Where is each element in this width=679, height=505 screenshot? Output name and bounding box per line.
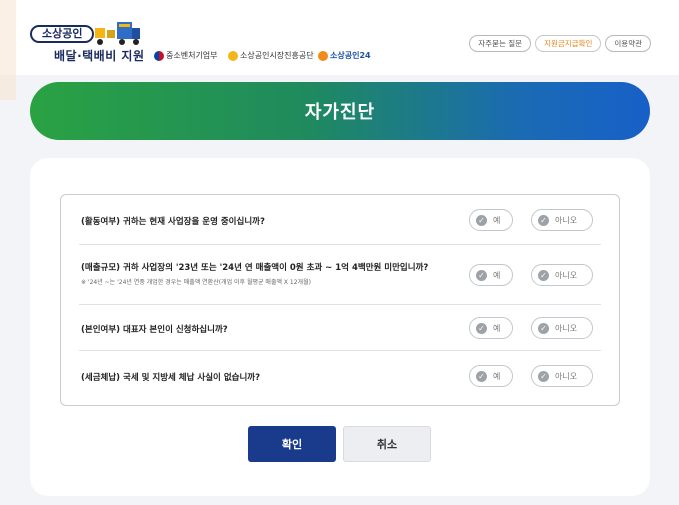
check-circle-icon: ✓	[538, 269, 549, 281]
nav-faq[interactable]: 자주묻는 질문	[469, 35, 532, 52]
check-circle-icon: ✓	[476, 370, 487, 382]
question-text: (매출규모) 귀하 사업장의 '23년 또는 '24년 연 매출액이 0원 초과…	[81, 263, 429, 273]
answer-yes-button[interactable]: ✓ 예	[469, 365, 513, 387]
answer-no-button[interactable]: ✓ 아니오	[531, 365, 593, 387]
answer-no-button[interactable]: ✓ 아니오	[531, 317, 593, 339]
answer-no-button[interactable]: ✓ 아니오	[531, 209, 593, 231]
question-row-revenue: (매출규모) 귀하 사업장의 '23년 또는 '24년 연 매출액이 0원 초과…	[79, 245, 601, 305]
logo-title[interactable]: 배달·택배비 지원	[54, 47, 145, 64]
check-circle-icon: ✓	[476, 322, 487, 334]
self-diagnosis-card: (활동여부) 귀하는 현재 사업장을 운영 중이십니까? ✓ 예 ✓ 아니오 (매출…	[30, 158, 650, 496]
confirm-button[interactable]: 확인	[248, 426, 336, 462]
check-circle-icon: ✓	[538, 214, 549, 226]
org-sbiz24: 소상공인24	[318, 50, 371, 61]
question-list: (활동여부) 귀하는 현재 사업장을 운영 중이십니까? ✓ 예 ✓ 아니오 (매출…	[60, 194, 620, 406]
answer-yes-button[interactable]: ✓ 예	[469, 209, 513, 231]
sbiz24-logo-icon	[318, 50, 328, 61]
question-row-activity: (활동여부) 귀하는 현재 사업장을 운영 중이십니까? ✓ 예 ✓ 아니오	[79, 195, 601, 245]
question-text: (본인여부) 대표자 본인이 신청하십니까?	[81, 325, 228, 335]
answer-no-button[interactable]: ✓ 아니오	[531, 264, 593, 286]
top-nav: 자주묻는 질문 지원금지급확인 이용약관	[469, 35, 651, 52]
check-circle-icon: ✓	[476, 214, 487, 226]
nav-terms[interactable]: 이용약관	[605, 35, 651, 52]
check-circle-icon: ✓	[476, 269, 487, 281]
check-circle-icon: ✓	[538, 370, 549, 382]
semas-logo-icon	[228, 50, 238, 61]
org-mss: 중소벤처기업부	[154, 50, 218, 61]
page-title: 자가진단	[304, 102, 376, 123]
question-row-identity: (본인여부) 대표자 본인이 신청하십니까? ✓ 예 ✓ 아니오	[79, 305, 601, 351]
question-text: (활동여부) 귀하는 현재 사업장을 운영 중이십니까?	[81, 217, 265, 227]
answer-yes-button[interactable]: ✓ 예	[469, 317, 513, 339]
nav-payment-check[interactable]: 지원금지급확인	[535, 35, 602, 52]
answer-yes-button[interactable]: ✓ 예	[469, 264, 513, 286]
question-note: ※ '24년 ~는 '24년 연중 개업한 경우는 매출액 연환산(개업 이후 …	[81, 279, 311, 286]
check-circle-icon: ✓	[538, 322, 549, 334]
question-text: (세금체납) 국세 및 지방세 체납 사실이 없습니까?	[81, 373, 261, 383]
korea-emblem-icon	[154, 50, 164, 61]
corner-decoration	[0, 0, 16, 100]
logo-badge[interactable]: 소상공인	[30, 25, 95, 43]
org-semas: 소상공인시장진흥공단	[228, 50, 314, 61]
site-header: 소상공인 배달·택배비 지원 중소벤처기업부 소상공인시장진흥공단 소상공인24…	[0, 0, 679, 100]
page-title-banner: 자가진단	[30, 82, 650, 140]
delivery-truck-icon	[95, 22, 140, 45]
cancel-button[interactable]: 취소	[343, 426, 431, 462]
question-row-tax: (세금체납) 국세 및 지방세 체납 사실이 없습니까? ✓ 예 ✓ 아니오	[79, 351, 601, 405]
